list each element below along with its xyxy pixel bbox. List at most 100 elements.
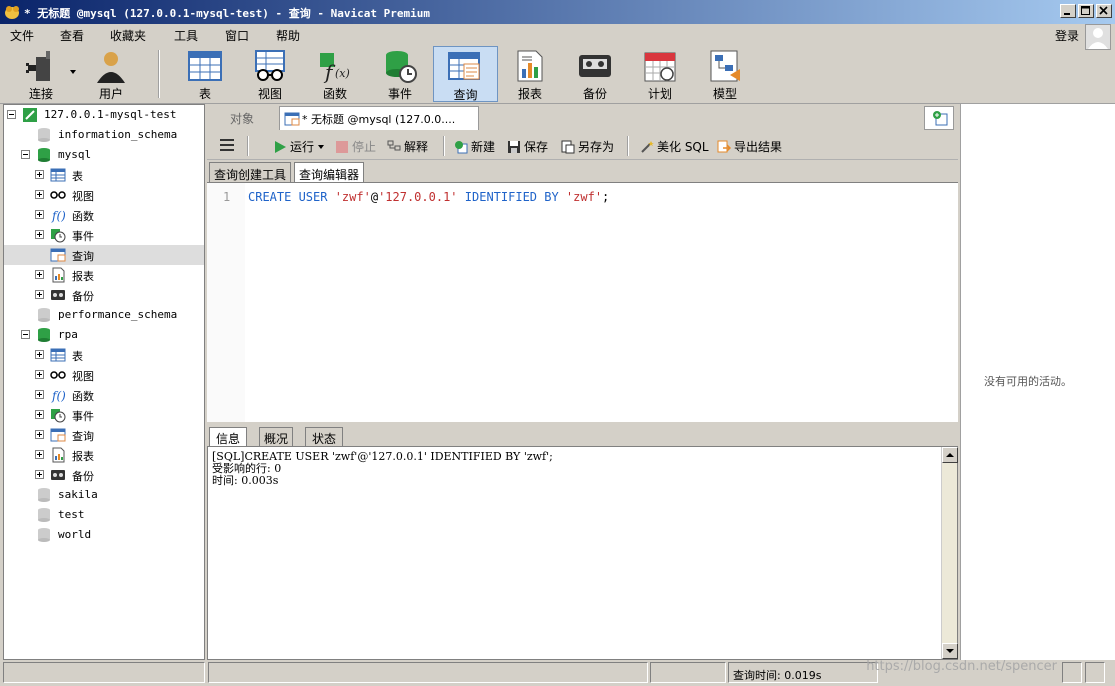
toolbar-user-button[interactable]: 用户 [80,46,142,102]
save-button[interactable]: 保存 [507,138,548,155]
tree-node-database-performance-schema[interactable]: performance_schema [4,305,204,325]
tree-node-queries[interactable]: 查询 [4,425,204,445]
tree-node-queries[interactable]: 查询 [4,245,204,265]
tree-node-backups[interactable]: 备份 [4,285,204,305]
connection-tree: 127.0.0.1-mysql-test information_schema … [3,104,205,660]
new-button[interactable]: 新建 [454,138,495,155]
menu-file[interactable]: 文件 [10,27,34,44]
scroll-down-button[interactable] [942,643,958,659]
menu-tools[interactable]: 工具 [174,27,198,44]
toolbar-table-button[interactable]: 表 [174,46,236,102]
menu-favorites[interactable]: 收藏夹 [110,27,146,44]
tab-query-builder[interactable]: 查询创建工具 [209,162,292,182]
maximize-button[interactable] [1078,4,1094,18]
database-icon [38,488,50,502]
login-link[interactable]: 登录 [1055,27,1079,44]
stop-button[interactable]: 停止 [335,138,376,155]
collapse-icon[interactable] [21,330,30,339]
glasses-icon [50,191,66,199]
toolbar-model-button[interactable]: 模型 [694,46,756,102]
tree-node-label: sakila [58,488,98,501]
toolbar-view-button[interactable]: 视图 [239,46,301,102]
calendar-icon [644,52,676,82]
beautify-sql-button[interactable]: 美化 SQL [640,138,709,155]
tree-node-reports[interactable]: 报表 [4,265,204,285]
tab-info[interactable]: 信息 [209,427,248,447]
menu-view[interactable]: 查看 [60,27,84,44]
query-icon [50,248,66,262]
play-icon [275,141,286,153]
minimize-button[interactable] [1060,4,1076,18]
tree-node-database-mysql[interactable]: mysql [4,145,204,165]
toolbar-label: 连接 [28,87,53,101]
toolbar-function-button[interactable]: f (x) 函数 [304,46,366,102]
expand-icon[interactable] [35,270,44,279]
toolbar-report-button[interactable]: 报表 [499,46,561,102]
expand-icon[interactable] [35,350,44,359]
tree-node-database-sakila[interactable]: sakila [4,485,204,505]
tree-node-views[interactable]: 视图 [4,185,204,205]
expand-icon[interactable] [35,210,44,219]
tree-node-label: 视图 [72,370,94,383]
expand-icon[interactable] [35,430,44,439]
sql-editor[interactable]: 1 CREATE USER 'zwf'@'127.0.0.1' IDENTIFI… [207,182,958,422]
menu-window[interactable]: 窗口 [225,27,249,44]
run-button[interactable]: 运行 [273,138,327,155]
new-tab-button[interactable] [924,106,954,130]
tree-node-functions[interactable]: f() 函数 [4,385,204,405]
toolbar-backup-button[interactable]: 备份 [564,46,626,102]
scroll-up-button[interactable] [942,447,958,463]
collapse-icon[interactable] [21,150,30,159]
expand-icon[interactable] [35,230,44,239]
tree-node-functions[interactable]: f() 函数 [4,205,204,225]
tree-node-label: 函数 [72,390,94,403]
export-result-button[interactable]: 导出结果 [717,138,782,155]
close-button[interactable] [1096,4,1112,18]
expand-icon[interactable] [35,470,44,479]
expand-icon[interactable] [35,190,44,199]
tab-query[interactable]: * 无标题 @mysql (127.0.0.... [279,106,479,130]
maximize-icon [1081,6,1090,15]
tree-node-database-rpa[interactable]: rpa [4,325,204,345]
tree-node-backups[interactable]: 备份 [4,465,204,485]
expand-icon[interactable] [35,390,44,399]
layout-button[interactable] [1062,662,1082,683]
explain-button[interactable]: 解释 [387,138,428,155]
hamburger-menu-icon[interactable] [220,139,234,151]
layout-button[interactable] [1085,662,1105,683]
collapse-icon[interactable] [7,110,16,119]
expand-icon[interactable] [35,410,44,419]
expand-icon[interactable] [35,170,44,179]
arrow-up-icon [946,453,954,457]
toolbar-separator [158,50,160,98]
tab-status[interactable]: 状态 [305,427,344,447]
tree-node-events[interactable]: 事件 [4,225,204,245]
document-tabs: 对象 * 无标题 @mysql (127.0.0.... [207,104,958,130]
tree-node-views[interactable]: 视图 [4,365,204,385]
query-mode-tabs: 查询创建工具 查询编辑器 [207,161,958,182]
tab-query-editor[interactable]: 查询编辑器 [294,162,365,182]
menu-help[interactable]: 帮助 [276,27,300,44]
tab-objects[interactable]: 对象 [207,106,277,130]
toolbar-schedule-button[interactable]: 计划 [629,46,691,102]
expand-icon[interactable] [35,370,44,379]
tree-node-database-world[interactable]: world [4,525,204,545]
query-toolbar: 运行 停止 解释 新建 保存 另存为 美化 SQL 导出结果 [207,130,958,160]
tree-node-tables[interactable]: 表 [4,345,204,365]
tree-node-label: 查询 [72,250,94,263]
tab-overview[interactable]: 概况 [259,427,294,447]
toolbar-query-button[interactable]: 查询 [433,46,498,102]
sql-code-line[interactable]: CREATE USER 'zwf'@'127.0.0.1' IDENTIFIED… [248,190,609,204]
save-as-button[interactable]: 另存为 [561,138,614,155]
tree-node-database-test[interactable]: test [4,505,204,525]
vertical-scrollbar[interactable] [941,447,958,659]
toolbar-event-button[interactable]: 事件 [369,46,431,102]
tree-node-connection[interactable]: 127.0.0.1-mysql-test [4,105,204,125]
tree-node-database-information-schema[interactable]: information_schema [4,125,204,145]
expand-icon[interactable] [35,450,44,459]
tree-node-reports[interactable]: 报表 [4,445,204,465]
tree-node-events[interactable]: 事件 [4,405,204,425]
expand-icon[interactable] [35,290,44,299]
tree-node-tables[interactable]: 表 [4,165,204,185]
toolbar-connect-button[interactable]: 连接 [10,46,76,102]
